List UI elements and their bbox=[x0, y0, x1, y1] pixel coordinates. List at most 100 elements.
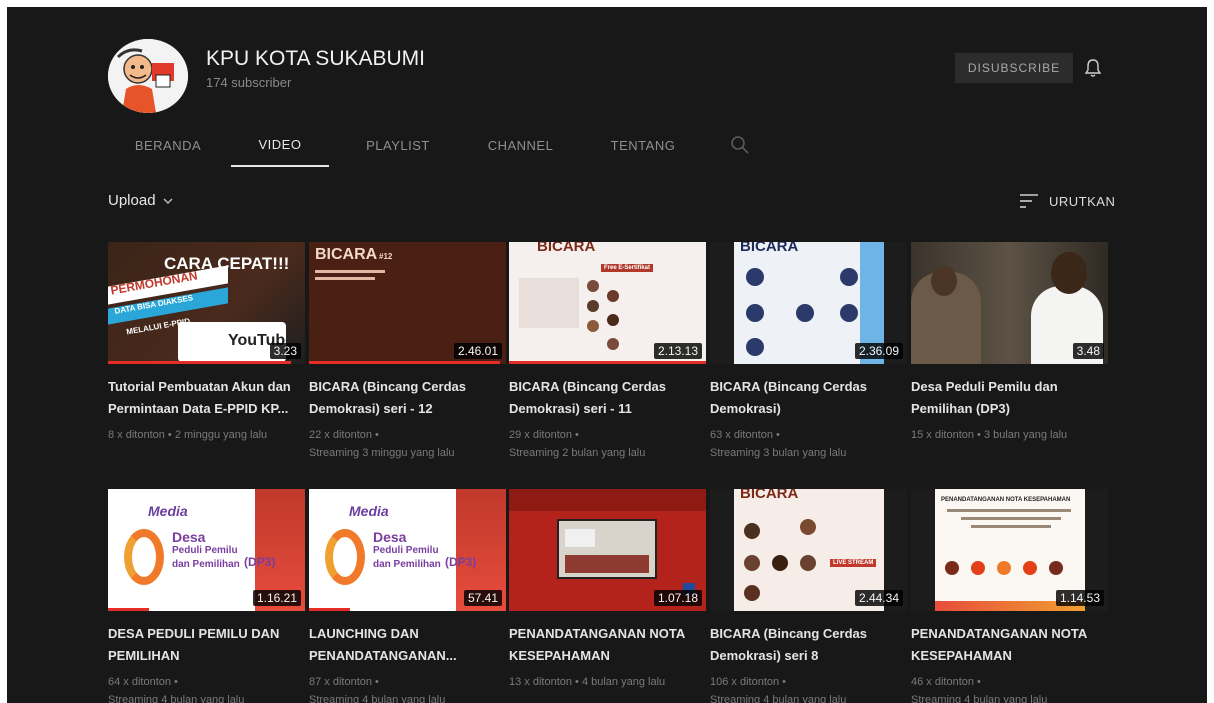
video-thumbnail[interactable]: PENANDATANGANAN NOTA KESEPAHAMAN 1.14.53 bbox=[911, 489, 1108, 611]
video-views: 15 x ditonton • 3 bulan yang lalu bbox=[911, 429, 1068, 441]
upload-filter-dropdown[interactable]: Upload bbox=[108, 192, 174, 209]
video-duration: 2.36.09 bbox=[854, 343, 903, 359]
subscriber-count: 174 subscriber bbox=[206, 75, 292, 90]
video-duration: 2.46.01 bbox=[453, 343, 502, 359]
video-card[interactable]: PENANDATANGANAN NOTA KESEPAHAMAN 1.14.53… bbox=[911, 489, 1108, 703]
video-title[interactable]: DESA PEDULI PEMILU DAN PEMILIHAN bbox=[108, 623, 298, 667]
video-stream-date: Streaming 4 bulan yang lalu bbox=[911, 694, 1048, 703]
channel-name: KPU KOTA SUKABUMI bbox=[206, 47, 425, 70]
thumb-peduli: Peduli Pemilu bbox=[172, 545, 238, 556]
video-card[interactable]: BICARA Free E-Sertifikat 2.13.13 BICARA … bbox=[509, 242, 706, 462]
thumb-heading: BICARA bbox=[537, 242, 596, 255]
thumb-pemilihan: dan Pemilihan bbox=[172, 559, 240, 570]
sort-label: URUTKAN bbox=[1049, 193, 1116, 209]
thumb-dp3: (DP3) bbox=[445, 555, 477, 569]
watch-progress-bar bbox=[509, 361, 706, 364]
video-stream-date: Streaming 3 minggu yang lalu bbox=[309, 447, 455, 459]
video-stream-date: Streaming 4 bulan yang lalu bbox=[710, 694, 847, 703]
video-thumbnail[interactable]: BICARA LIVE STREAM 2.44.34 bbox=[710, 489, 907, 611]
video-meta: 106 x ditonton • Streaming 4 bulan yang … bbox=[710, 673, 907, 703]
video-card[interactable]: Media Desa Peduli Pemilu dan Pemilihan (… bbox=[108, 489, 305, 703]
video-thumbnail[interactable]: 1.07.18 bbox=[509, 489, 706, 611]
video-thumbnail[interactable]: BICARA Free E-Sertifikat 2.13.13 bbox=[509, 242, 706, 364]
thumb-heading: Media bbox=[148, 503, 188, 519]
video-title[interactable]: PENANDATANGANAN NOTA KESEPAHAMAN bbox=[509, 623, 699, 667]
video-card[interactable]: BICARA LIVE STREAM 2.44.34 BICARA (Binca… bbox=[710, 489, 907, 703]
video-views: 106 x ditonton • bbox=[710, 676, 787, 688]
video-meta: 22 x ditonton • Streaming 3 minggu yang … bbox=[309, 426, 506, 462]
video-views: 22 x ditonton • bbox=[309, 429, 379, 441]
unsubscribe-button[interactable]: DISUBSCRIBE bbox=[955, 53, 1073, 83]
video-title[interactable]: Tutorial Pembuatan Akun dan Permintaan D… bbox=[108, 376, 298, 420]
video-title[interactable]: BICARA (Bincang Cerdas Demokrasi) bbox=[710, 376, 900, 420]
video-views: 8 x ditonton • 2 minggu yang lalu bbox=[108, 429, 268, 441]
tab-beranda[interactable]: BERANDA bbox=[108, 123, 228, 167]
youtube-channel-page: KPU KOTA SUKABUMI 174 subscriber DISUBSC… bbox=[7, 7, 1207, 703]
thumb-heading: BICARA bbox=[740, 489, 799, 502]
video-title[interactable]: LAUNCHING DAN PENANDATANGANAN... bbox=[309, 623, 499, 667]
thumb-heading: BICARA bbox=[315, 246, 378, 263]
video-thumbnail[interactable]: CARA CEPAT!!! PERMOHONAN DATA BISA DIAKS… bbox=[108, 242, 305, 364]
thumb-heading: PENANDATANGANAN NOTA KESEPAHAMAN bbox=[941, 497, 1071, 503]
tab-playlist[interactable]: PLAYLIST bbox=[338, 123, 458, 167]
search-icon[interactable] bbox=[728, 133, 752, 157]
video-meta: 46 x ditonton • Streaming 4 bulan yang l… bbox=[911, 673, 1108, 703]
channel-avatar[interactable] bbox=[108, 39, 188, 113]
video-duration: 2.44.34 bbox=[854, 590, 903, 606]
video-views: 63 x ditonton • bbox=[710, 429, 780, 441]
thumb-episode: #12 bbox=[379, 252, 393, 261]
video-duration: 1.14.53 bbox=[1055, 590, 1104, 606]
sort-icon bbox=[1020, 194, 1038, 208]
thumb-heading: BICARA bbox=[740, 242, 799, 255]
video-title[interactable]: BICARA (Bincang Cerdas Demokrasi) seri 8 bbox=[710, 623, 900, 667]
channel-tabs: BERANDA VIDEO PLAYLIST CHANNEL TENTANG bbox=[108, 123, 808, 169]
video-views: 64 x ditonton • bbox=[108, 676, 178, 688]
video-stream-date: Streaming 4 bulan yang lalu bbox=[309, 694, 446, 703]
thumb-heading: Media bbox=[349, 503, 389, 519]
video-thumbnail[interactable]: Media Desa Peduli Pemilu dan Pemilihan (… bbox=[108, 489, 305, 611]
bell-icon[interactable] bbox=[1082, 57, 1104, 79]
video-card[interactable]: 3.48 Desa Peduli Pemilu dan Pemilihan (D… bbox=[911, 242, 1108, 444]
video-card[interactable]: 1.07.18 PENANDATANGANAN NOTA KESEPAHAMAN… bbox=[509, 489, 706, 691]
video-duration: 57.41 bbox=[463, 590, 502, 606]
video-meta: 15 x ditonton • 3 bulan yang lalu bbox=[911, 426, 1108, 444]
video-card[interactable]: BICARA #12 2.46.01 BICARA (Bincang Cerda… bbox=[309, 242, 506, 462]
video-views: 13 x ditonton • 4 bulan yang lalu bbox=[509, 676, 666, 688]
video-duration: 3.48 bbox=[1072, 343, 1104, 359]
upload-label: Upload bbox=[108, 192, 156, 209]
video-title[interactable]: PENANDATANGANAN NOTA KESEPAHAMAN bbox=[911, 623, 1101, 667]
thumb-live-badge: LIVE STREAM bbox=[830, 559, 877, 567]
sort-button[interactable]: URUTKAN bbox=[1019, 193, 1115, 209]
watch-progress-bar bbox=[108, 608, 150, 611]
video-card[interactable]: Media Desa Peduli Pemilu dan Pemilihan (… bbox=[309, 489, 506, 703]
video-stream-date: Streaming 4 bulan yang lalu bbox=[108, 694, 245, 703]
video-title[interactable]: BICARA (Bincang Cerdas Demokrasi) seri -… bbox=[509, 376, 699, 420]
video-thumbnail[interactable]: BICARA #12 2.46.01 bbox=[309, 242, 506, 364]
thumb-desa: Desa bbox=[172, 529, 206, 545]
video-title[interactable]: BICARA (Bincang Cerdas Demokrasi) seri -… bbox=[309, 376, 499, 420]
thumb-dp3: (DP3) bbox=[244, 555, 276, 569]
watch-progress-bar bbox=[309, 361, 501, 364]
video-card[interactable]: CARA CEPAT!!! PERMOHONAN DATA BISA DIAKS… bbox=[108, 242, 305, 444]
video-stream-date: Streaming 3 bulan yang lalu bbox=[710, 447, 847, 459]
video-meta: 8 x ditonton • 2 minggu yang lalu bbox=[108, 426, 305, 444]
tab-channel[interactable]: CHANNEL bbox=[458, 123, 583, 167]
video-title[interactable]: Desa Peduli Pemilu dan Pemilihan (DP3) bbox=[911, 376, 1101, 420]
video-duration: 2.13.13 bbox=[653, 343, 702, 359]
video-duration: 3.23 bbox=[269, 343, 301, 359]
video-views: 87 x ditonton • bbox=[309, 676, 379, 688]
video-thumbnail[interactable]: 3.48 bbox=[911, 242, 1108, 364]
video-duration: 1.16.21 bbox=[252, 590, 301, 606]
video-meta: 87 x ditonton • Streaming 4 bulan yang l… bbox=[309, 673, 506, 703]
video-views: 46 x ditonton • bbox=[911, 676, 981, 688]
tab-tentang[interactable]: TENTANG bbox=[583, 123, 703, 167]
video-meta: 63 x ditonton • Streaming 3 bulan yang l… bbox=[710, 426, 907, 462]
video-stream-date: Streaming 2 bulan yang lalu bbox=[509, 447, 646, 459]
video-meta: 64 x ditonton • Streaming 4 bulan yang l… bbox=[108, 673, 305, 703]
video-meta: 13 x ditonton • 4 bulan yang lalu bbox=[509, 673, 706, 691]
video-thumbnail[interactable]: BICARA 2.36.09 bbox=[710, 242, 907, 364]
video-card[interactable]: BICARA 2.36.09 BICARA (Bincang Cerdas De… bbox=[710, 242, 907, 462]
tab-video[interactable]: VIDEO bbox=[231, 123, 329, 167]
chevron-down-icon bbox=[163, 198, 173, 204]
video-thumbnail[interactable]: Media Desa Peduli Pemilu dan Pemilihan (… bbox=[309, 489, 506, 611]
